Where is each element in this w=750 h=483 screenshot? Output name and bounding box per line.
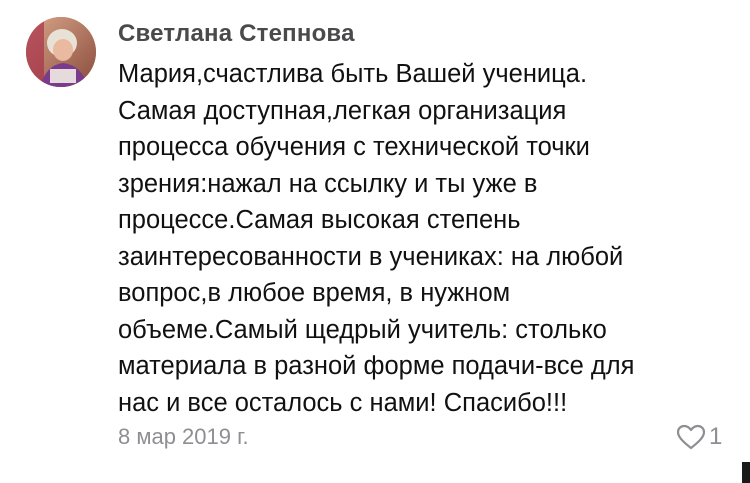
avatar[interactable]: [26, 17, 96, 87]
avatar-photo: [26, 17, 96, 87]
comment-line: заинтересованности в учениках: на любой: [118, 242, 624, 271]
author-name[interactable]: Светлана Степнова: [118, 20, 355, 48]
comment-line: Самая доступная,легкая организация: [118, 96, 567, 125]
like-count: 1: [709, 423, 723, 450]
like-button[interactable]: 1: [676, 424, 722, 450]
comment-line: вопрос,в любое время, в нужном: [118, 279, 511, 307]
comment-line: процесса обучения с технической точки: [118, 133, 590, 161]
comment-line: процессе.Самая высокая степень: [118, 206, 521, 234]
comment-text: Мария,счастлива быть Вашей ученица. Сама…: [118, 56, 738, 421]
comment-line: объеме.Самый щедрый учитель: столько: [118, 315, 607, 344]
comment-line: материала в разной форме подачи-все для: [118, 352, 635, 380]
heart-outline-icon[interactable]: [676, 424, 706, 450]
comment-line: нас и все осталось с нами! Спасибо!!!: [118, 388, 568, 417]
comment-date: 8 мар 2019 г.: [118, 424, 249, 449]
comment-line: зрения:нажал на ссылку и ты уже в: [118, 169, 538, 198]
scroll-edge: [742, 462, 750, 483]
comment-card: Светлана Степнова Мария,счастлива быть В…: [0, 0, 750, 483]
comment-line: Мария,счастлива быть Вашей ученица.: [118, 60, 588, 88]
